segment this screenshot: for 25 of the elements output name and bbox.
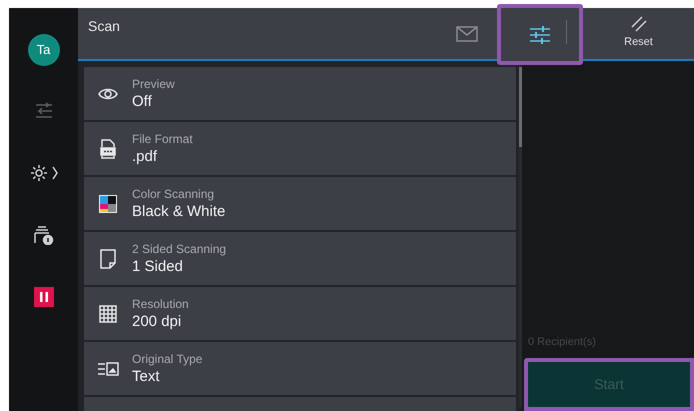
- setting-row[interactable]: 2 Sided Scanning 1 Sided: [84, 232, 516, 285]
- setting-row[interactable]: File Format .pdf: [84, 122, 516, 175]
- eye-icon: [98, 86, 118, 100]
- grid-icon: [99, 304, 117, 322]
- setting-row[interactable]: Preview Off: [84, 67, 516, 120]
- reset-button[interactable]: Reset: [583, 8, 694, 59]
- document-icon: [100, 138, 116, 158]
- page-icon: [100, 248, 116, 268]
- reset-icon: [630, 16, 646, 32]
- screen-title: Scan: [87, 17, 121, 36]
- settings-icon[interactable]: [30, 164, 48, 182]
- user-avatar[interactable]: Ta: [28, 34, 60, 66]
- color-swatch-icon: [99, 194, 117, 212]
- chevron-icon[interactable]: [52, 166, 58, 180]
- setting-row[interactable]: Original Type Text: [84, 342, 516, 395]
- adjust-button[interactable]: [497, 4, 583, 65]
- device-info-icon[interactable]: [32, 225, 54, 245]
- text-image-icon: [97, 362, 119, 376]
- pause-icon[interactable]: [34, 287, 54, 307]
- adjust-icon: [529, 26, 551, 44]
- email-icon: [456, 26, 478, 42]
- scrollbar-thumb[interactable]: [519, 67, 522, 147]
- setting-row[interactable]: Color Scanning Black & White: [84, 177, 516, 230]
- swap-icon[interactable]: [34, 102, 54, 120]
- setting-row[interactable]: Resolution 200 dpi: [84, 287, 516, 340]
